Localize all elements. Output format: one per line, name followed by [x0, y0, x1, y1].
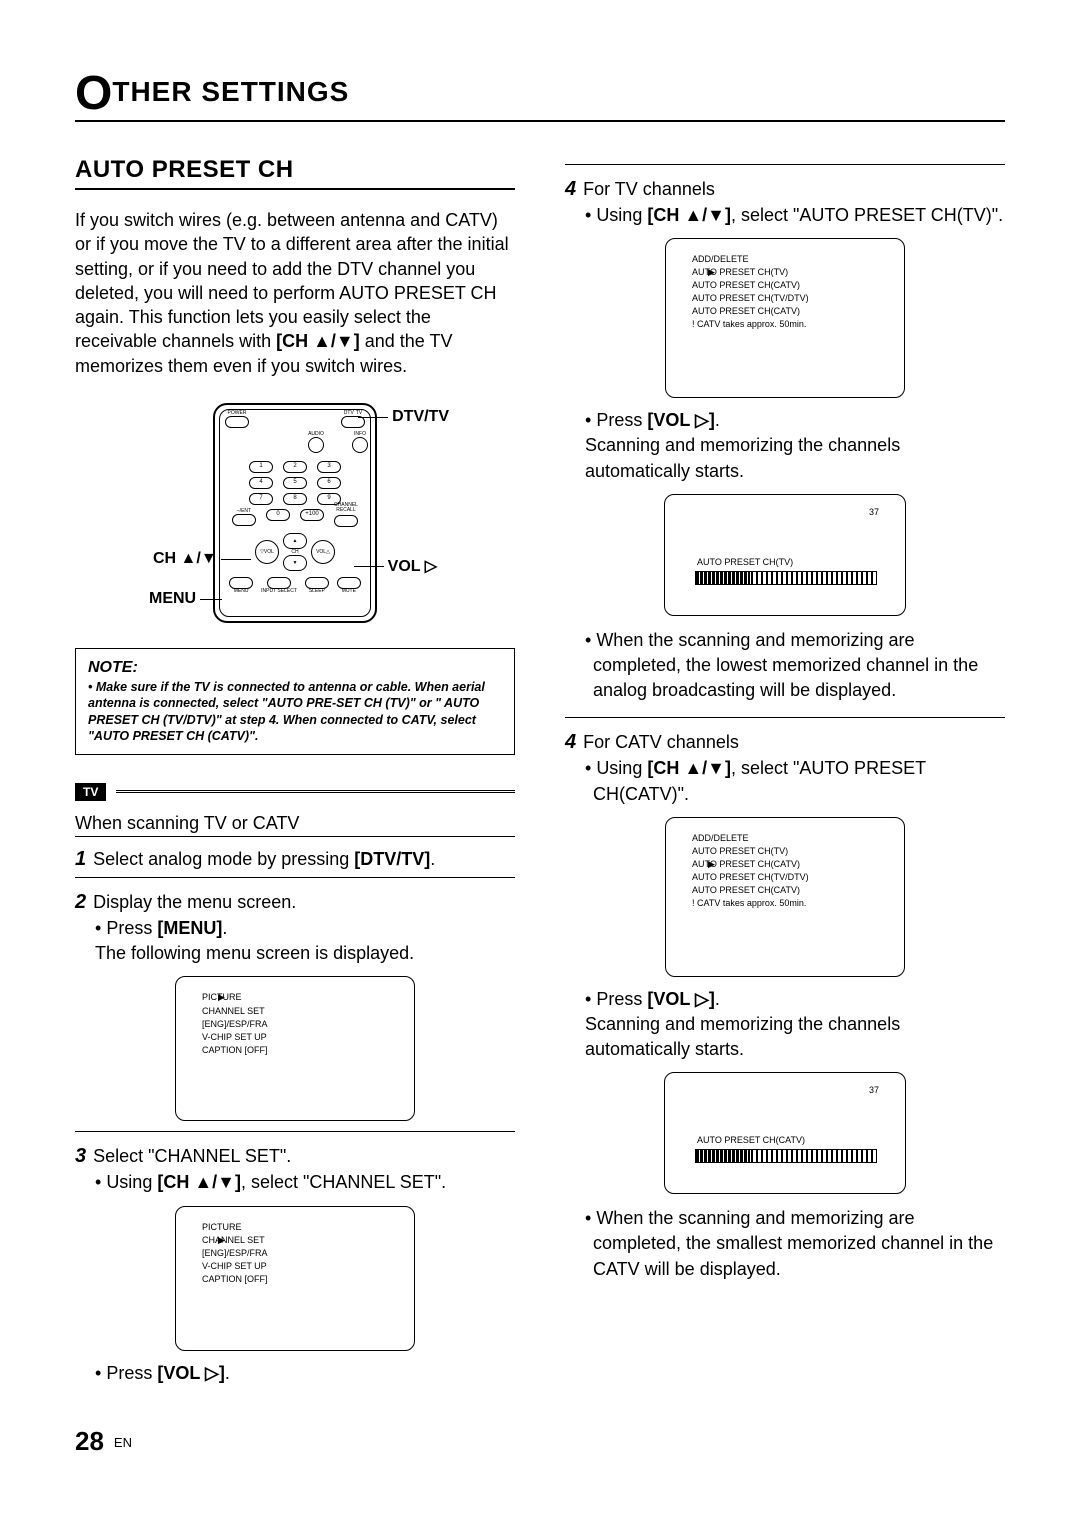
scan-screen-tv: 37 AUTO PRESET CH(TV)	[664, 494, 906, 616]
page-lang: EN	[114, 1435, 132, 1450]
tv-separator: TV	[75, 783, 515, 799]
intro-text: If you switch wires (e.g. between antenn…	[75, 208, 515, 378]
menu-item: CAPTION [OFF]	[202, 1044, 400, 1057]
progress-bar	[695, 571, 877, 585]
step-num: 3	[75, 1145, 86, 1167]
menu-item: ADD/DELETE	[692, 253, 890, 266]
chapter-title: OTHER SETTINGS	[75, 70, 1005, 122]
menu-item: CAPTION [OFF]	[202, 1273, 400, 1286]
step-1: 1 Select analog mode by pressing [DTV/TV…	[75, 845, 515, 873]
step-num: 4	[565, 731, 576, 753]
channel-menu-catv: ADD/DELETE AUTO PRESET CH(TV) ▶AUTO PRES…	[665, 817, 905, 977]
menu-item: [ENG]/ESP/FRA	[202, 1018, 400, 1031]
step-4b-press: Press [VOL ▷].	[569, 987, 1005, 1012]
step-4a-press: Press [VOL ▷].	[569, 408, 1005, 433]
recall-label: CHANNEL RECALL	[326, 503, 366, 513]
step-num: 1	[75, 848, 86, 870]
step-4-catv: 4 For CATV channels	[565, 728, 1005, 756]
audio-button-icon	[308, 437, 324, 453]
vol-up-icon: VOL△	[311, 540, 335, 564]
drop-cap: O	[75, 67, 112, 120]
step-4a-line: Scanning and memorizing the channels aut…	[565, 433, 1005, 483]
step-3-press: Press [VOL ▷].	[79, 1361, 515, 1386]
step-2-result: The following menu screen is displayed.	[75, 941, 515, 966]
step-2-sub: Press [MENU].	[79, 916, 515, 941]
when-line: When scanning TV or CATV	[75, 813, 515, 834]
step-2: 2 Display the menu screen.	[75, 888, 515, 916]
tv-tag: TV	[75, 783, 106, 801]
scan-label: AUTO PRESET CH(TV)	[697, 557, 793, 567]
menu-item: AUTO PRESET CH(CATV)	[692, 305, 890, 318]
audio-label: AUDIO	[308, 432, 324, 437]
menu-item: AUTO PRESET CH(TV/DTV)	[692, 871, 890, 884]
step-4b-line: Scanning and memorizing the channels aut…	[565, 1012, 1005, 1062]
remote-illustration: DTV/TV CH ▲/▼ MENU VOL ▷ POWER DTVTV AUD…	[75, 398, 515, 628]
left-column: AUTO PRESET CH If you switch wires (e.g.…	[75, 156, 515, 1386]
menu-item: CHANNEL SET	[202, 1235, 265, 1245]
scan-channel: 37	[869, 1085, 879, 1095]
menu-item: [ENG]/ESP/FRA	[202, 1247, 400, 1260]
vol-down-icon: ▽VOL	[255, 540, 279, 564]
step-4b-result: When the scanning and memorizing are com…	[569, 1206, 1005, 1282]
note-title: NOTE:	[88, 659, 502, 677]
step-4a-sub: Using [CH ▲/▼], select "AUTO PRESET CH(T…	[569, 203, 1005, 228]
menu-screen-1: ▶PICTURE CHANNEL SET [ENG]/ESP/FRA V-CHI…	[175, 976, 415, 1121]
menu-item: PICTURE	[202, 1221, 400, 1234]
manual-page: OTHER SETTINGS AUTO PRESET CH If you swi…	[75, 0, 1005, 1497]
intro-bold-ch: [CH ▲/▼]	[276, 331, 360, 351]
scan-screen-catv: 37 AUTO PRESET CH(CATV)	[664, 1072, 906, 1194]
step-3: 3 Select "CHANNEL SET".	[75, 1142, 515, 1170]
menu-screen-2: PICTURE ▶CHANNEL SET [ENG]/ESP/FRA V-CHI…	[175, 1206, 415, 1351]
ch-up-icon: ▲	[283, 533, 307, 549]
page-footer: 28 EN	[75, 1426, 1005, 1457]
cursor-icon: ▶	[708, 858, 715, 871]
info-button-icon	[352, 437, 368, 453]
menu-item: V-CHIP SET UP	[202, 1031, 400, 1044]
cursor-icon: ▶	[218, 1234, 225, 1247]
menu-item: CHANNEL SET	[202, 1005, 400, 1018]
dtv-label: DTV	[344, 411, 354, 416]
progress-bar	[695, 1149, 877, 1163]
channel-menu-tv: ADD/DELETE ▶AUTO PRESET CH(TV) AUTO PRES…	[665, 238, 905, 398]
section-heading: AUTO PRESET CH	[75, 156, 515, 190]
scan-label: AUTO PRESET CH(CATV)	[697, 1135, 805, 1145]
power-button-icon	[225, 416, 249, 428]
step-num: 2	[75, 891, 86, 913]
title-rest: THER SETTINGS	[112, 76, 349, 107]
menu-item: ! CATV takes approx. 50min.	[692, 318, 890, 331]
tv-label: TV	[356, 411, 362, 416]
menu-item: AUTO PRESET CH(CATV)	[692, 884, 890, 897]
menu-item: AUTO PRESET CH(CATV)	[692, 279, 890, 292]
step-3-sub: Using [CH ▲/▼], select "CHANNEL SET".	[79, 1170, 515, 1195]
step-4-tv: 4 For TV channels	[565, 175, 1005, 203]
menu-item: ! CATV takes approx. 50min.	[692, 897, 890, 910]
scan-channel: 37	[869, 507, 879, 517]
nav-cluster: ▽VOL ▲ CH ▼ VOL△	[255, 533, 335, 571]
number-pad: 1 2 3 4 5 6 7 8 9	[248, 461, 342, 505]
recall-button-icon	[334, 515, 358, 527]
page-number: 28	[75, 1426, 104, 1456]
dtv-tv-button-icon	[341, 416, 365, 428]
info-label: INFO	[354, 432, 366, 437]
ch-down-icon: ▼	[283, 555, 307, 571]
power-label: POWER	[228, 411, 247, 416]
remote-body: POWER DTVTV AUDIO INFO 1 2 3 4 5 6	[213, 403, 377, 623]
step-num: 4	[565, 178, 576, 200]
menu-item: V-CHIP SET UP	[202, 1260, 400, 1273]
menu-item: AUTO PRESET CH(TV)	[692, 845, 890, 858]
note-box: NOTE: • Make sure if the TV is connected…	[75, 648, 515, 755]
menu-item: AUTO PRESET CH(TV/DTV)	[692, 292, 890, 305]
bottom-buttons: MENU INPUT SELECT SLEEP MUTE	[229, 577, 361, 594]
cursor-icon: ▶	[708, 266, 715, 279]
step-4b-sub: Using [CH ▲/▼], select "AUTO PRESET CH(C…	[569, 756, 1005, 806]
menu-item: AUTO PRESET CH(TV)	[692, 267, 788, 277]
step-4a-result: When the scanning and memorizing are com…	[569, 628, 1005, 704]
ent-button-icon	[232, 514, 256, 526]
cursor-icon: ▶	[218, 991, 225, 1004]
callout-menu: MENU	[149, 590, 222, 608]
menu-item: ADD/DELETE	[692, 832, 890, 845]
ent-label: –/ENT	[237, 509, 251, 514]
note-body: • Make sure if the TV is connected to an…	[88, 679, 502, 744]
right-column: 4 For TV channels Using [CH ▲/▼], select…	[565, 156, 1005, 1386]
